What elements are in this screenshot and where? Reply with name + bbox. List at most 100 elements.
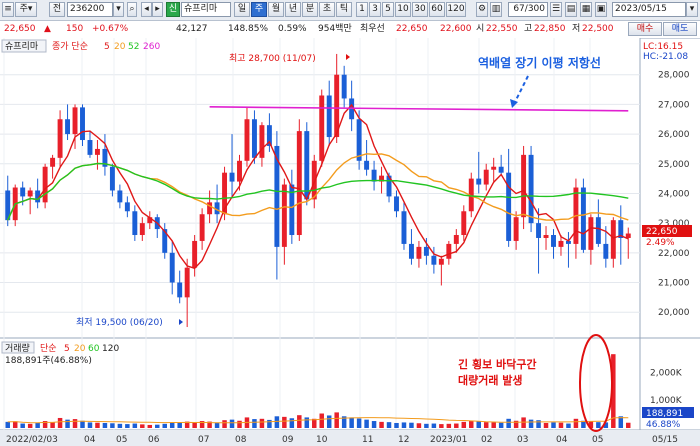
next-arrow-icon[interactable]: ▸ bbox=[152, 2, 163, 17]
time-tick-label: 08 bbox=[235, 435, 247, 445]
candle-body bbox=[498, 166, 504, 173]
chart-type-icon[interactable]: ▥ bbox=[490, 2, 502, 17]
price-tick-label: 25,000 bbox=[658, 160, 690, 170]
candle-body bbox=[356, 119, 362, 161]
main-toolbar: ≡ 주▾ 전 236200 ▾ ⌕ ◂ ▸ 신 슈프리마 일주월년분초틱 135… bbox=[0, 0, 700, 21]
jeon-button[interactable]: 전 bbox=[49, 2, 65, 17]
candle-body bbox=[476, 178, 482, 185]
best-ask: 22,600 bbox=[440, 24, 472, 34]
settings-icon[interactable]: ⚙ bbox=[476, 2, 488, 17]
volume-bar bbox=[439, 424, 444, 428]
volume-bar bbox=[394, 422, 399, 428]
volume-bar bbox=[371, 421, 377, 428]
period-button-0[interactable]: 일 bbox=[234, 2, 250, 17]
candle-body bbox=[341, 74, 347, 99]
date-input[interactable]: 2023/05/15 bbox=[612, 2, 686, 17]
price-tick-label: 21,000 bbox=[658, 279, 690, 289]
period-button-2[interactable]: 월 bbox=[268, 2, 284, 17]
interval-button-1[interactable]: 1 bbox=[356, 2, 368, 17]
volume-tick-label: 1,000K bbox=[650, 396, 683, 406]
volume-bar bbox=[274, 416, 280, 428]
volume-bar bbox=[177, 422, 182, 428]
list-icon[interactable]: ☰ bbox=[550, 2, 562, 17]
open-label: 시 bbox=[476, 24, 485, 34]
stock-name-field[interactable]: 슈프리마 bbox=[181, 2, 231, 17]
volume-bar bbox=[416, 423, 422, 428]
candle-body bbox=[513, 217, 519, 241]
volume-bar bbox=[386, 422, 392, 428]
volume-bar bbox=[87, 422, 93, 428]
candle-body bbox=[401, 211, 407, 244]
search-icon[interactable]: ⌕ bbox=[127, 2, 137, 17]
stock-chart[interactable]: 28,00027,00026,00025,00024,00023,00022,0… bbox=[0, 38, 700, 446]
grid-menu-icon[interactable]: ≡ bbox=[2, 2, 14, 17]
candle-body bbox=[543, 235, 549, 238]
time-tick-label: 2022/02/03 bbox=[6, 435, 58, 445]
candle-body bbox=[296, 131, 302, 236]
time-tick-label: 05/15 bbox=[652, 435, 678, 445]
volume-bar bbox=[95, 422, 100, 428]
code-dropdown-icon[interactable]: ▾ bbox=[113, 2, 124, 17]
stock-code-input[interactable]: 236200 bbox=[67, 2, 113, 17]
candle-body bbox=[491, 166, 497, 170]
price-change-pct: +0.67% bbox=[92, 24, 129, 34]
volume-bar bbox=[282, 416, 287, 428]
interval-button-3[interactable]: 3 bbox=[369, 2, 381, 17]
volume-bar bbox=[72, 419, 78, 428]
volume-bar bbox=[379, 421, 384, 428]
table-icon[interactable]: ▦ bbox=[580, 2, 592, 17]
sell-button[interactable]: 매도 bbox=[663, 22, 697, 36]
period-mode-dropdown[interactable]: 주▾ bbox=[15, 2, 37, 17]
calendar-icon[interactable]: ▣ bbox=[595, 2, 607, 17]
volume-bar bbox=[80, 420, 85, 428]
volume-bar bbox=[237, 420, 242, 428]
volume-bar bbox=[20, 423, 25, 428]
candle-body bbox=[27, 190, 33, 197]
candle-body bbox=[117, 190, 123, 203]
interval-button-30[interactable]: 30 bbox=[412, 2, 428, 17]
volume-pct: 148.85% bbox=[228, 24, 269, 34]
candle-body bbox=[304, 131, 310, 200]
candle-body bbox=[207, 202, 213, 215]
candle-body bbox=[132, 211, 138, 236]
volume-bar bbox=[57, 417, 63, 428]
volume-bar bbox=[498, 422, 504, 428]
time-tick-label: 02 bbox=[481, 435, 492, 445]
date-dropdown-icon[interactable]: ▾ bbox=[686, 2, 698, 17]
period-button-1[interactable]: 주 bbox=[251, 2, 267, 17]
period-button-4[interactable]: 분 bbox=[302, 2, 318, 17]
prev-arrow-icon[interactable]: ◂ bbox=[141, 2, 152, 17]
interval-button-10[interactable]: 10 bbox=[395, 2, 411, 17]
chart-icon[interactable]: ▤ bbox=[565, 2, 577, 17]
credit-badge: 신 bbox=[166, 2, 180, 17]
candle-body bbox=[558, 240, 564, 247]
candle-body bbox=[192, 240, 198, 268]
interval-button-120[interactable]: 120 bbox=[446, 2, 466, 17]
interval-button-5[interactable]: 5 bbox=[382, 2, 394, 17]
candle-body bbox=[521, 154, 527, 218]
data-count-field[interactable]: 67/300 bbox=[508, 2, 548, 17]
candle-body bbox=[259, 125, 265, 158]
low-price: 22,500 bbox=[582, 24, 614, 34]
trade-amount: 954백만 bbox=[318, 24, 352, 34]
buy-button[interactable]: 매수 bbox=[628, 22, 662, 36]
candle-body bbox=[326, 95, 332, 138]
candle-body bbox=[244, 119, 250, 161]
volume-bar bbox=[364, 419, 369, 428]
time-tick-label: 10 bbox=[316, 435, 328, 445]
volume-bar bbox=[65, 419, 70, 428]
time-tick-label: 05 bbox=[592, 435, 603, 445]
volume-note-line2: 대량거래 발생 bbox=[458, 373, 523, 387]
price-tag-pct: 2.49% bbox=[646, 238, 675, 248]
candle-body bbox=[199, 214, 205, 241]
volume-bar bbox=[626, 422, 631, 428]
period-button-5[interactable]: 초 bbox=[319, 2, 335, 17]
volume-bar bbox=[536, 420, 541, 428]
period-button-3[interactable]: 년 bbox=[285, 2, 301, 17]
interval-button-60[interactable]: 60 bbox=[429, 2, 445, 17]
period-button-6[interactable]: 틱 bbox=[336, 2, 352, 17]
volume-bar bbox=[506, 418, 511, 428]
volume-bar bbox=[596, 422, 601, 428]
candle-body bbox=[50, 157, 56, 167]
candle-body bbox=[610, 220, 616, 259]
